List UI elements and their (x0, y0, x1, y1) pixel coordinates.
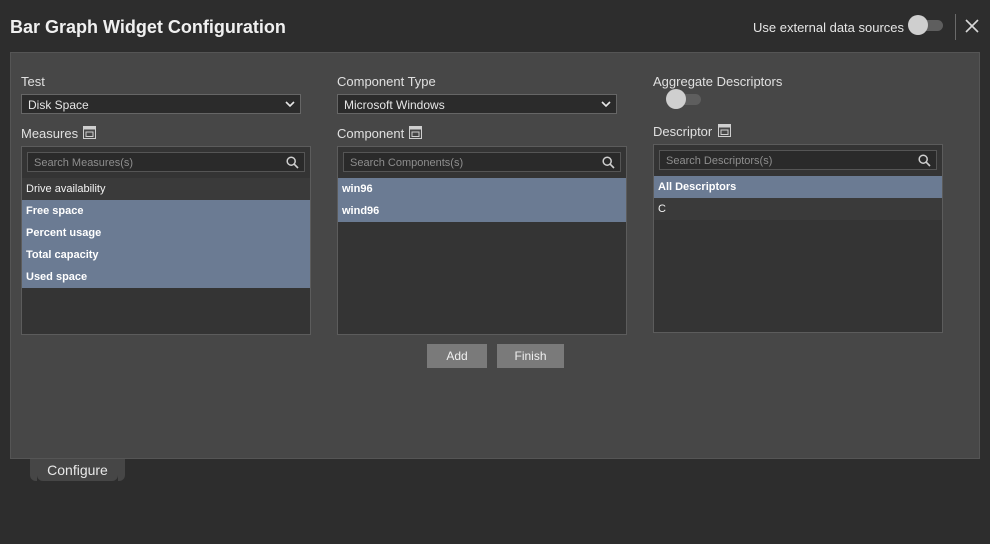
test-select-value: Disk Space (28, 98, 89, 112)
list-item[interactable]: wind96 (338, 200, 626, 222)
toggle-knob (666, 89, 686, 109)
search-icon (602, 156, 615, 169)
tab-configure[interactable]: Configure (30, 459, 125, 481)
descriptor-items: All Descriptors C (654, 176, 942, 220)
list-item[interactable]: Free space (22, 200, 310, 222)
list-item[interactable]: win96 (338, 178, 626, 200)
close-icon[interactable] (963, 17, 981, 35)
component-items: win96 wind96 (338, 178, 626, 222)
list-item[interactable]: Total capacity (22, 244, 310, 266)
component-search-input[interactable]: Search Components(s) (343, 152, 621, 172)
header-divider (955, 14, 956, 40)
component-list: Search Components(s) win96 wind96 (337, 146, 627, 335)
select-all-descriptors-icon[interactable] (718, 124, 731, 137)
measures-items: Drive availability Free space Percent usag… (22, 178, 310, 288)
select-all-components-icon[interactable] (409, 126, 422, 139)
test-label: Test (21, 74, 45, 89)
select-all-measures-icon[interactable] (83, 126, 96, 139)
descriptor-label: Descriptor (653, 124, 713, 139)
component-search-placeholder: Search Components(s) (350, 157, 464, 169)
footer (0, 486, 990, 544)
descriptor-list: Search Descriptors(s) All Descriptors C (653, 144, 943, 333)
search-icon (286, 156, 299, 169)
list-item[interactable]: Used space (22, 266, 310, 288)
external-data-toggle[interactable] (908, 15, 944, 35)
measures-search-placeholder: Search Measures(s) (34, 157, 134, 169)
component-type-value: Microsoft Windows (344, 98, 445, 112)
title-bar: Bar Graph Widget Configuration Use exter… (0, 0, 990, 52)
list-item[interactable]: All Descriptors (654, 176, 942, 198)
descriptor-search-placeholder: Search Descriptors(s) (666, 155, 773, 167)
chevron-down-icon (285, 101, 295, 108)
list-item[interactable]: C (654, 198, 942, 220)
aggregate-descriptors-label: Aggregate Descriptors (653, 74, 783, 89)
measures-search-input[interactable]: Search Measures(s) (27, 152, 305, 172)
descriptor-search-input[interactable]: Search Descriptors(s) (659, 150, 937, 170)
measures-label: Measures (21, 126, 79, 141)
config-panel: Test Disk Space Component Type Microsoft… (10, 52, 980, 459)
page-title: Bar Graph Widget Configuration (10, 17, 286, 37)
external-data-label: Use external data sources (753, 20, 905, 35)
list-item[interactable]: Percent usage (22, 222, 310, 244)
component-type-select[interactable]: Microsoft Windows (337, 94, 617, 114)
search-icon (918, 154, 931, 167)
component-type-label: Component Type (337, 74, 436, 89)
finish-button[interactable]: Finish (497, 344, 564, 368)
list-item[interactable]: Drive availability (22, 178, 310, 200)
measures-list: Search Measures(s) Drive availability Fre… (21, 146, 311, 335)
component-label: Component (337, 126, 405, 141)
chevron-down-icon (601, 101, 611, 108)
aggregate-descriptors-toggle[interactable] (666, 89, 702, 109)
toggle-knob (908, 15, 928, 35)
add-button[interactable]: Add (427, 344, 487, 368)
test-select[interactable]: Disk Space (21, 94, 301, 114)
